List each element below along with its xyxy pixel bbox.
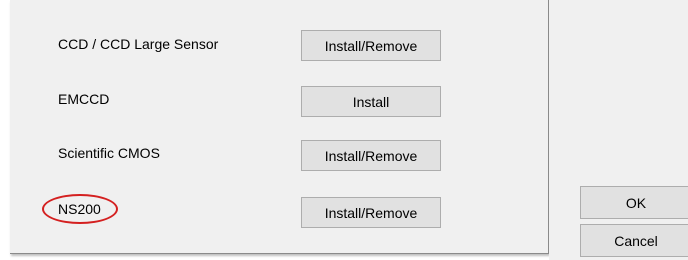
option-label-scientific-cmos: Scientific CMOS — [58, 145, 160, 161]
install-remove-button-ns200[interactable]: Install/Remove — [301, 197, 441, 228]
ok-button[interactable]: OK — [580, 186, 688, 219]
option-label-ccd: CCD / CCD Large Sensor — [58, 36, 219, 52]
install-button-emccd[interactable]: Install — [301, 86, 441, 117]
option-label-emccd: EMCCD — [58, 91, 110, 107]
highlight-circle-annotation — [42, 194, 118, 224]
cancel-button[interactable]: Cancel — [580, 224, 688, 257]
install-remove-button-scientific-cmos[interactable]: Install/Remove — [301, 140, 441, 171]
dialog-button-area — [549, 0, 688, 260]
install-remove-button-ccd[interactable]: Install/Remove — [301, 30, 441, 61]
